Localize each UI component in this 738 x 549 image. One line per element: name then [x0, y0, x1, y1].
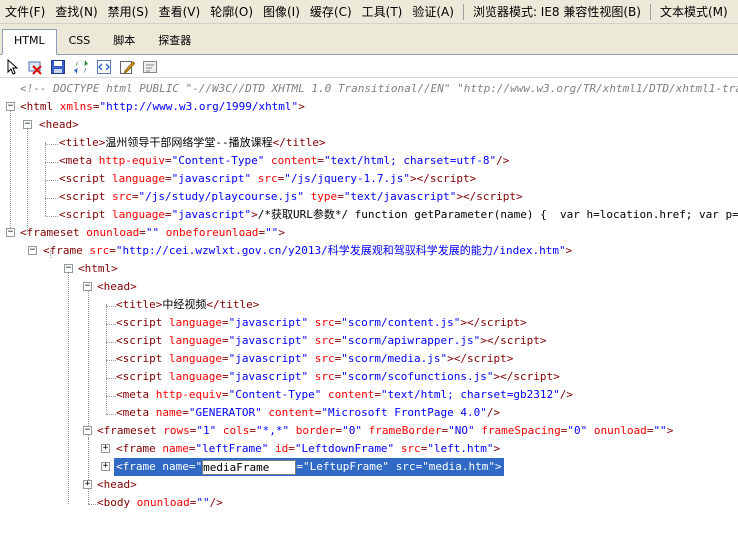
menu-document-mode[interactable]: 文本模式(M)	[655, 0, 733, 23]
menu-images[interactable]: 图像(I)	[258, 0, 305, 23]
expand-toggle[interactable]: +	[101, 444, 110, 453]
tree-guide	[106, 378, 116, 379]
dom-node-frame[interactable]: <frame name="leftFrame" id="LeftdownFram…	[116, 440, 500, 458]
dom-node-frame[interactable]: <frame src="http://cei.wzwlxt.gov.cn/y20…	[43, 242, 572, 260]
menu-cache[interactable]: 缓存(C)	[305, 0, 357, 23]
tree-guide	[10, 106, 11, 236]
tree-guide	[106, 342, 116, 343]
collapse-toggle[interactable]: −	[64, 264, 73, 273]
tree-guide	[106, 414, 116, 415]
clear-highlight-icon[interactable]	[26, 58, 44, 76]
tree-guide	[106, 360, 116, 361]
tree-guide	[68, 268, 69, 504]
menu-separator	[649, 3, 651, 20]
dom-node-script[interactable]: <script language="javascript" src="scorm…	[116, 332, 547, 350]
select-pointer-icon[interactable]	[3, 58, 21, 76]
tree-guide	[106, 396, 116, 397]
dom-node-head[interactable]: <head>	[97, 476, 137, 494]
dom-node-script[interactable]: <script src="/js/study/playcourse.js" ty…	[59, 188, 523, 206]
attribute-edit-field[interactable]: mediaFrame	[202, 459, 297, 475]
menu-file[interactable]: 文件(F)	[0, 0, 50, 23]
dom-node-script[interactable]: <script language="javascript" src="scorm…	[116, 314, 527, 332]
dom-node-title[interactable]: <title>温州领导干部网络学堂--播放课程</title>	[59, 134, 326, 152]
refresh-icon[interactable]	[72, 58, 90, 76]
tree-guide	[45, 180, 58, 181]
tree-guide	[27, 124, 28, 234]
dom-node-script[interactable]: <script language="javascript" src="/js/j…	[59, 170, 476, 188]
tree-guide	[45, 198, 58, 199]
dom-node-html[interactable]: <html>	[78, 260, 118, 278]
menu-browser-mode[interactable]: 浏览器模式: IE8 兼容性视图(B)	[468, 0, 646, 23]
tree-guide	[45, 144, 58, 145]
doctype-comment: <!-- DOCTYPE html PUBLIC "-//W3C//DTD XH…	[20, 82, 738, 95]
menu-tools[interactable]: 工具(T)	[357, 0, 408, 23]
dom-node-script[interactable]: <script language="javascript" src="scorm…	[116, 368, 560, 386]
tree-guide	[45, 162, 58, 163]
collapse-toggle[interactable]: −	[83, 282, 92, 291]
dom-node-meta[interactable]: <meta http-equiv="Content-Type" content=…	[116, 386, 573, 404]
tab-bar: HTML CSS 脚本 探查器	[0, 24, 738, 55]
expand-toggle[interactable]: +	[83, 480, 92, 489]
dom-node-script[interactable]: <script language="javascript" src="scorm…	[116, 350, 513, 368]
collapse-toggle[interactable]: −	[6, 228, 15, 237]
collapse-toggle[interactable]: −	[83, 426, 92, 435]
tree-guide	[45, 142, 46, 216]
toolbar	[0, 56, 738, 78]
dom-node-doctype[interactable]: <!-- DOCTYPE html PUBLIC "-//W3C//DTD XH…	[20, 80, 738, 98]
dom-node-script[interactable]: <script language="javascript">/*获取URL参数*…	[59, 206, 738, 224]
dom-node-head[interactable]: <head>	[97, 278, 137, 296]
dom-node-head[interactable]: <head>	[39, 116, 79, 134]
dom-node-frameset[interactable]: <frameset rows="1" cols="*,*" border="0"…	[97, 422, 673, 440]
menu-separator	[462, 3, 464, 20]
view-source-icon[interactable]	[95, 58, 113, 76]
collapse-toggle[interactable]: −	[23, 120, 32, 129]
word-wrap-icon[interactable]	[141, 58, 159, 76]
tab-html[interactable]: HTML	[2, 29, 57, 55]
tree-guide	[106, 324, 116, 325]
tab-css[interactable]: CSS	[58, 30, 102, 54]
dom-node-frameset[interactable]: <frameset onunload="" onbeforeunload="">	[20, 224, 285, 242]
dom-tree: − − − − − − − + + + <!-- DOCTYPE html PU…	[0, 80, 738, 549]
tree-guide	[88, 438, 89, 504]
collapse-toggle[interactable]: −	[6, 102, 15, 111]
menu-view[interactable]: 查看(V)	[154, 0, 206, 23]
save-icon[interactable]	[49, 58, 67, 76]
menu-disable[interactable]: 禁用(S)	[103, 0, 154, 23]
dom-node-frame-selected[interactable]: <frame name="mediaFrame ="LeftupFrame" sr…	[114, 458, 504, 476]
edit-icon[interactable]	[118, 58, 136, 76]
tree-guide	[106, 304, 107, 414]
expand-toggle[interactable]: +	[101, 462, 110, 471]
tab-profiler[interactable]: 探查器	[147, 30, 202, 54]
menu-find[interactable]: 查找(N)	[50, 0, 102, 23]
collapse-toggle[interactable]: −	[28, 246, 37, 255]
menu-validate[interactable]: 验证(A)	[407, 0, 459, 23]
dom-node-meta[interactable]: <meta http-equiv="Content-Type" content=…	[59, 152, 509, 170]
tree-guide	[45, 216, 58, 217]
dom-node-html[interactable]: <html xmlns="http://www.w3.org/1999/xhtm…	[20, 98, 305, 116]
dom-node-body[interactable]: <body onunload=""/>	[97, 494, 223, 512]
menu-outline[interactable]: 轮廓(O)	[205, 0, 258, 23]
tab-script[interactable]: 脚本	[102, 30, 146, 54]
menu-bar: 文件(F) 查找(N) 禁用(S) 查看(V) 轮廓(O) 图像(I) 缓存(C…	[0, 0, 738, 24]
dom-node-meta[interactable]: <meta name="GENERATOR" content="Microsof…	[116, 404, 500, 422]
tree-guide	[106, 306, 116, 307]
dom-node-title[interactable]: <title>中经视频</title>	[116, 296, 259, 314]
